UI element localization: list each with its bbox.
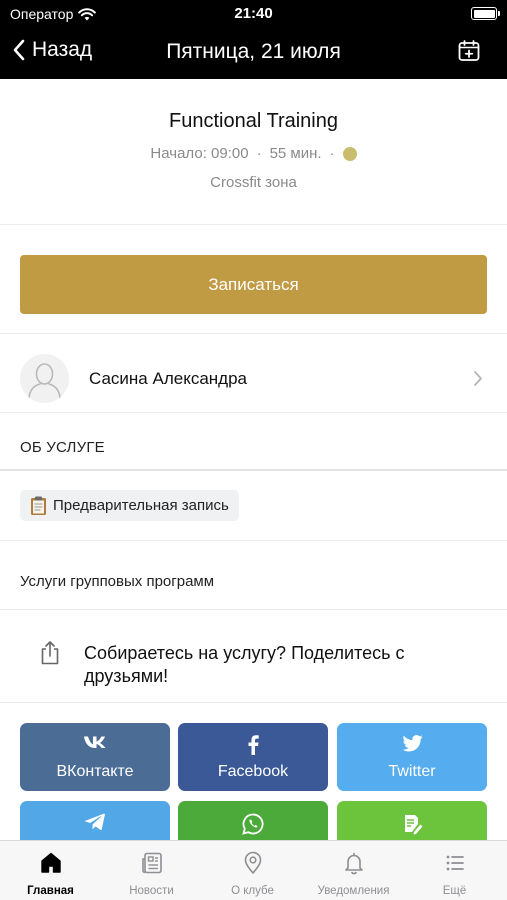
share-section: Собираетесь на услугу? Поделитесь с друз… [0, 610, 507, 703]
location-pin-icon [244, 851, 261, 874]
calendar-add-icon [458, 40, 480, 61]
meta-separator: · [256, 145, 262, 162]
telegram-share-button[interactable] [20, 801, 170, 841]
tab-home[interactable]: Главная [0, 841, 101, 900]
vk-icon [84, 736, 106, 748]
tab-label: Ещё [442, 885, 467, 897]
programs-row: Услуги групповых программ [0, 541, 507, 610]
bell-icon [344, 852, 363, 875]
facebook-icon [248, 735, 259, 755]
share-prompt: Собираетесь на услугу? Поделитесь с друз… [84, 643, 405, 686]
twitter-share-button[interactable]: Twitter [337, 723, 487, 791]
tab-label: Уведомления [317, 885, 390, 897]
battery-icon [471, 7, 500, 20]
service-meta: Начало: 09:00 · 55 мин. · [0, 145, 507, 162]
start-time: Начало: 09:00 [150, 145, 249, 162]
tab-bar: Главная Новости О клубе Уведомления Ещё [0, 840, 507, 900]
news-icon [141, 852, 162, 874]
tab-label: Новости [129, 885, 174, 897]
duration: 55 мин. [269, 145, 322, 162]
chevron-right-icon [474, 371, 482, 386]
tag-label: Предварительная запись [53, 497, 229, 514]
service-location: Crossfit зона [210, 174, 297, 191]
trainer-name: Сасина Александра [89, 369, 247, 388]
service-header: Functional Training Начало: 09:00 · 55 м… [0, 79, 507, 225]
programs-label: Услуги групповых программ [20, 573, 215, 590]
pre-booking-tag: Предварительная запись [20, 490, 239, 521]
navigation-bar: Назад Пятница, 21 июля [0, 28, 507, 79]
share-icon [41, 641, 59, 665]
tab-label: О клубе [231, 885, 274, 897]
page-title: Пятница, 21 июля [166, 40, 341, 63]
status-bar: Оператор 21:40 [0, 0, 507, 28]
vk-share-button[interactable]: ВКонтакте [20, 723, 170, 791]
avatar [20, 354, 69, 403]
tab-label: Главная [27, 885, 74, 897]
whatsapp-share-button[interactable] [178, 801, 328, 841]
tab-news[interactable]: Новости [101, 841, 202, 900]
facebook-label: Facebook [217, 763, 289, 780]
tag-row: Предварительная запись [0, 471, 507, 541]
tab-notifications[interactable]: Уведомления [303, 841, 404, 900]
signup-button[interactable]: Записаться [20, 255, 487, 314]
about-section-heading: ОБ УСЛУГЕ [0, 413, 507, 471]
service-title: Functional Training [169, 110, 338, 132]
whatsapp-icon [242, 813, 264, 835]
note-icon [405, 815, 423, 835]
add-to-calendar-button[interactable] [457, 39, 481, 68]
trainer-row[interactable]: Сасина Александра [0, 334, 507, 413]
list-icon [446, 855, 464, 871]
tab-more[interactable]: Ещё [404, 841, 505, 900]
clipboard-icon [31, 496, 46, 515]
meta-separator: · [329, 145, 335, 162]
twitter-label: Twitter [388, 763, 436, 780]
status-dot [342, 146, 357, 161]
twitter-icon [401, 735, 423, 752]
user-placeholder-icon [28, 363, 61, 399]
telegram-icon [85, 813, 105, 830]
section-title: ОБ УСЛУГЕ [20, 439, 105, 456]
home-icon [40, 852, 61, 873]
signup-section: Записаться [0, 225, 507, 334]
tab-about-club[interactable]: О клубе [202, 841, 303, 900]
top-bar: Оператор 21:40 Назад Пятница, 21 июля [0, 0, 507, 79]
note-share-button[interactable] [337, 801, 487, 841]
vk-label: ВКонтакте [56, 763, 134, 780]
status-time: 21:40 [234, 5, 273, 22]
facebook-share-button[interactable]: Facebook [178, 723, 328, 791]
